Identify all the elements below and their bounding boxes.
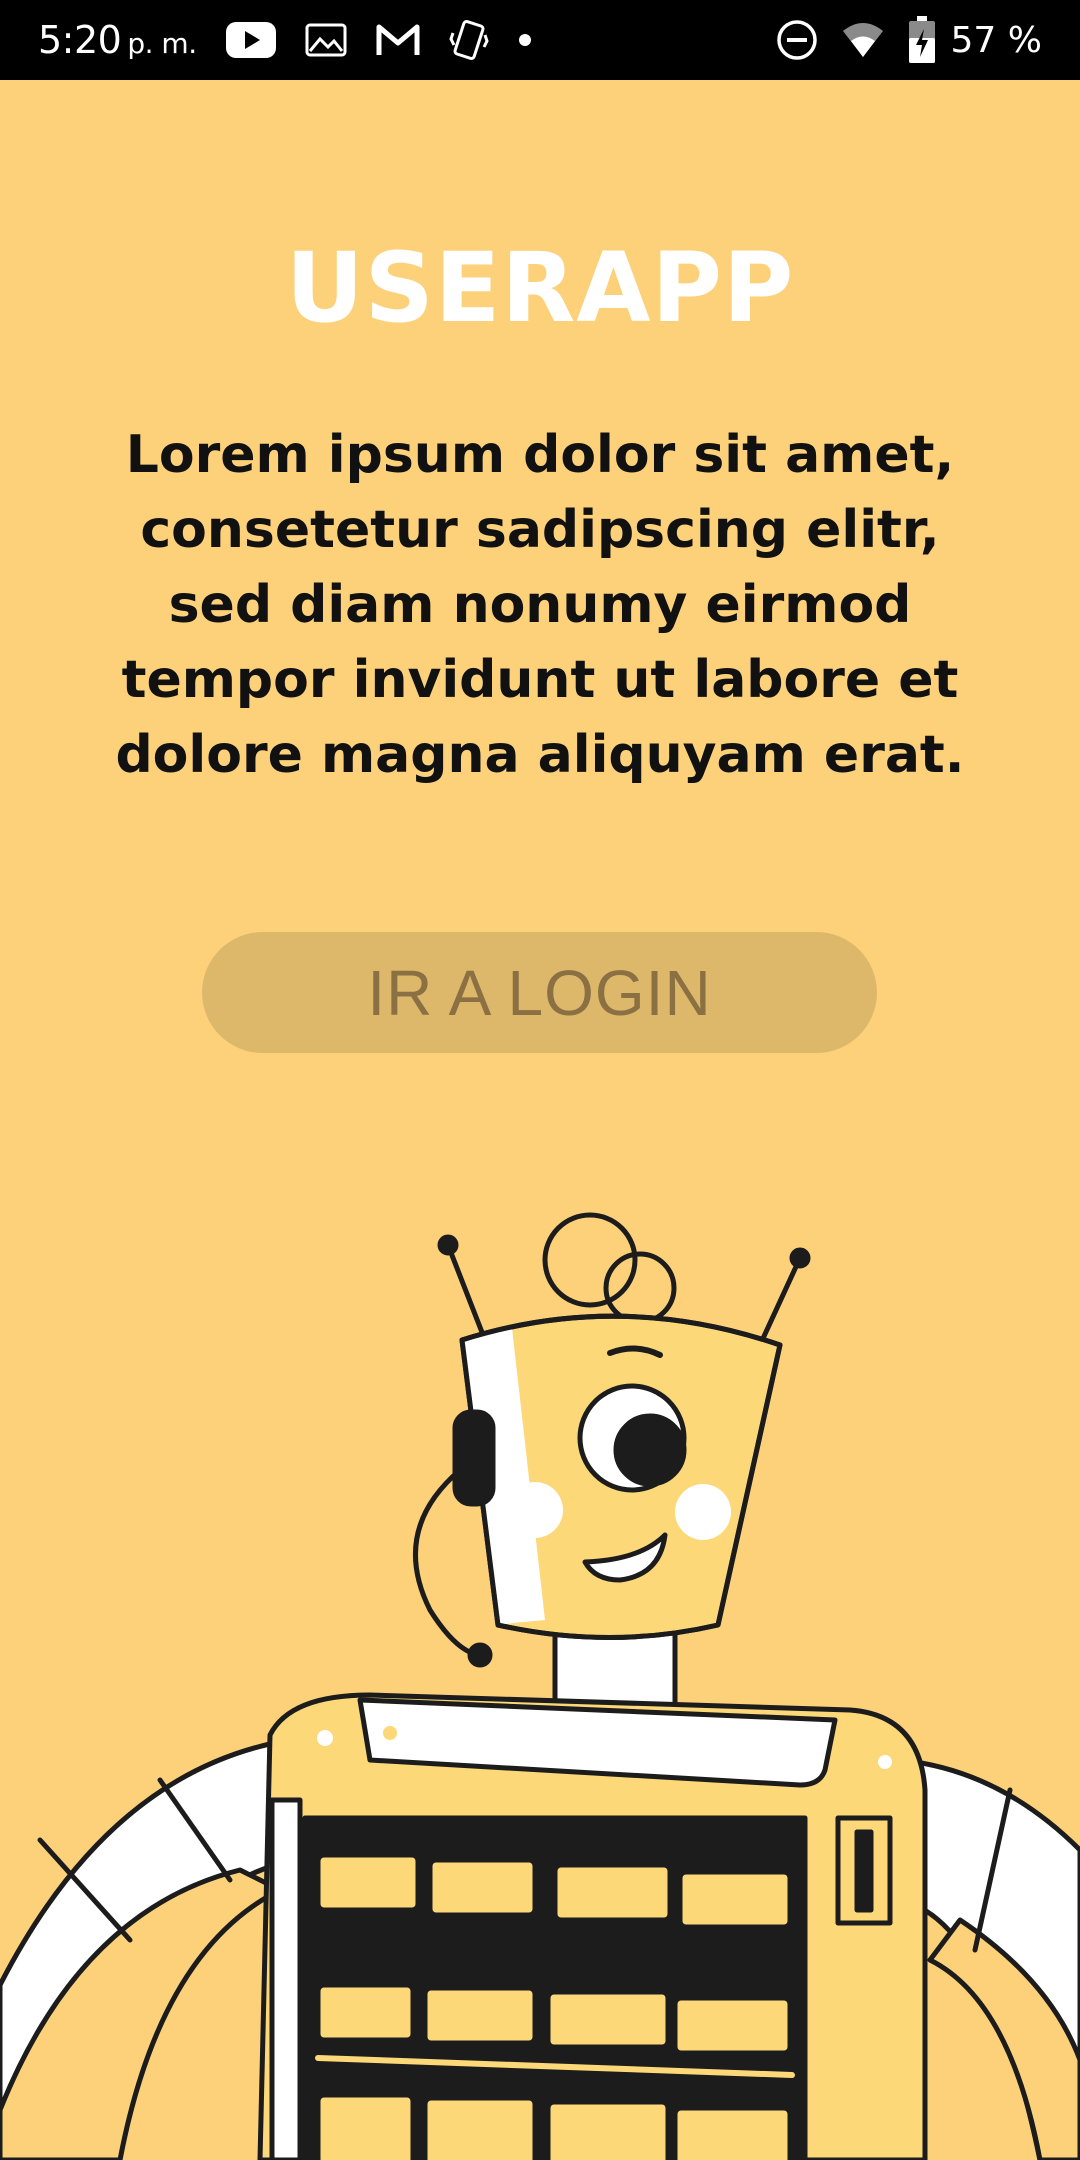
screen: 5:20 p. m. 57 % USERAPP Lorem ipsum dolo…	[0, 0, 1080, 2160]
go-to-login-button[interactable]: IR A LOGIN	[202, 932, 877, 1053]
status-ampm: p. m.	[127, 27, 197, 60]
battery-percent: 57 %	[950, 19, 1042, 61]
gallery-icon	[305, 23, 347, 57]
intro-text: Lorem ipsum dolor sit amet, consetetur s…	[115, 425, 965, 785]
status-time: 5:20 p. m.	[38, 18, 197, 62]
status-bar: 5:20 p. m. 57 %	[0, 0, 1080, 80]
status-time-value: 5:20	[38, 18, 122, 62]
status-left: 5:20 p. m.	[38, 18, 533, 62]
vibrate-icon	[448, 19, 489, 61]
gmail-icon	[375, 23, 421, 57]
youtube-icon	[225, 21, 277, 59]
app-title: USERAPP	[285, 232, 795, 344]
status-right: 57 %	[753, 16, 1042, 64]
do-not-disturb-icon	[775, 18, 819, 62]
robot-illustration	[0, 1212, 1080, 2160]
dot-icon	[517, 32, 533, 48]
wifi-icon	[841, 21, 885, 59]
battery-charging-icon	[907, 16, 937, 64]
